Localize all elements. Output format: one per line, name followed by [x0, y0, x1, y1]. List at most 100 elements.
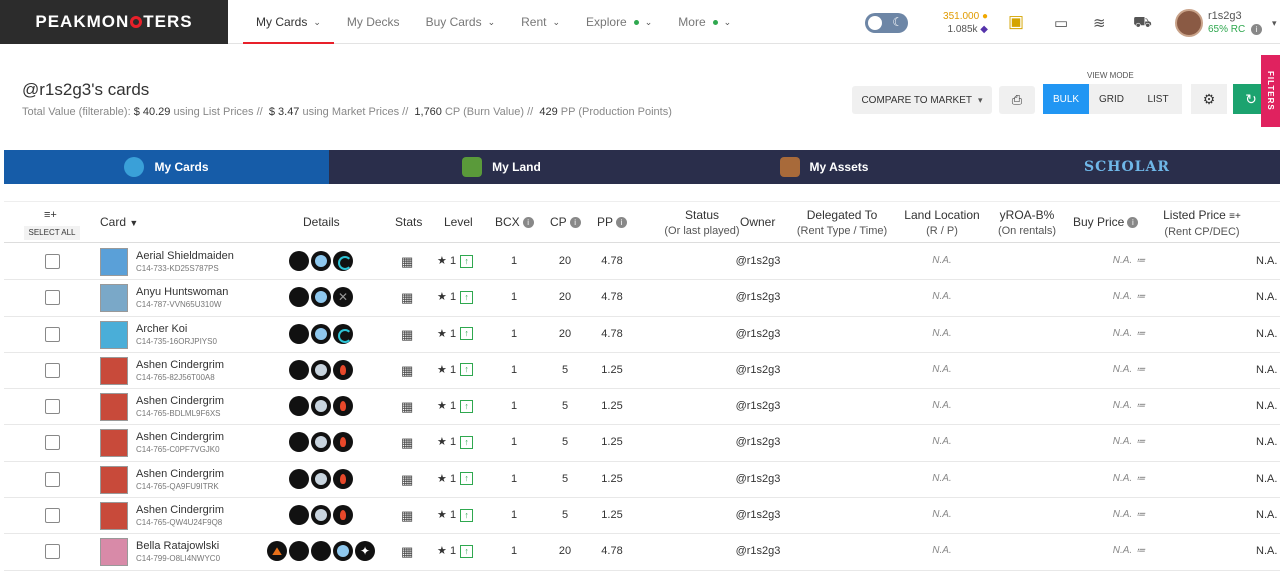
user-menu[interactable]: r1s2g3 65% RC i ▾ — [1175, 9, 1277, 37]
card-thumbnail[interactable] — [100, 248, 128, 276]
owner-value[interactable]: @r1s2g3 — [730, 291, 786, 303]
card-name[interactable]: Archer Koi — [136, 323, 187, 335]
balances[interactable]: 351.000 ● 1.085k ◆ — [918, 10, 988, 36]
card-name[interactable]: Ashen Cindergrim — [136, 395, 224, 407]
upgrade-icon[interactable]: ↑ — [460, 363, 474, 377]
col-land[interactable]: Land Location (R / P) — [900, 208, 984, 239]
upgrade-icon[interactable]: ↑ — [460, 290, 474, 304]
list-icon[interactable]: ≔ — [1136, 364, 1145, 374]
stats-icon[interactable]: ▦ — [401, 254, 413, 270]
upgrade-icon[interactable]: ↑ — [460, 327, 474, 341]
settings-button[interactable]: ⚙ — [1191, 84, 1227, 114]
col-delegated[interactable]: Delegated To (Rent Type / Time) — [790, 208, 894, 239]
card-name[interactable]: Anyu Huntswoman — [136, 286, 228, 298]
menu-item-buy-cards[interactable]: Buy Cards ⌄ — [413, 0, 509, 44]
tab-scholar[interactable]: SCHOLAR — [974, 150, 1280, 184]
tab-my-assets[interactable]: My Assets — [674, 150, 974, 184]
stats-icon[interactable]: ▦ — [401, 544, 413, 560]
layers-icon[interactable]: ≋ — [1093, 14, 1106, 32]
owner-value[interactable]: @r1s2g3 — [730, 473, 786, 485]
row-checkbox[interactable] — [45, 362, 60, 378]
list-icon[interactable]: ≔ — [1136, 400, 1145, 410]
owner-value[interactable]: @r1s2g3 — [730, 436, 786, 448]
table-row[interactable]: Anyu HuntswomanC14-787-VVN65U310W▦★ 1↑12… — [4, 280, 1280, 317]
col-cp[interactable]: CP i — [550, 215, 581, 230]
card-thumbnail[interactable] — [100, 429, 128, 458]
col-buy-price[interactable]: Buy Price i — [1073, 215, 1139, 230]
table-row[interactable]: Ashen Cindergrim C14-765-C0PF7VGJK0 ▦ ★ 1 ↑ 1… — [4, 425, 1280, 462]
stats-icon[interactable]: ▦ — [401, 327, 413, 343]
table-row[interactable]: Ashen Cindergrim C14-765-QA9FU9ITRK ▦ ★ 1 ↑ 1… — [4, 462, 1280, 499]
list-icon[interactable]: ≔ — [1136, 291, 1145, 301]
table-row[interactable]: Bella RatajowlskiC14-799-O8LI4NWYC0▦★ 1↑… — [4, 534, 1280, 571]
cart-icon[interactable]: ⛟ — [1133, 14, 1152, 33]
menu-item-my-decks[interactable]: My Decks — [334, 0, 413, 44]
col-bcx[interactable]: BCX i — [495, 215, 534, 230]
col-yroa[interactable]: yROA-B% (On rentals) — [994, 208, 1060, 239]
tab-my-land[interactable]: My Land — [329, 150, 674, 184]
row-checkbox[interactable] — [45, 254, 60, 269]
owner-value[interactable]: @r1s2g3 — [730, 328, 786, 340]
card-name[interactable]: Ashen Cindergrim — [136, 468, 224, 480]
row-checkbox[interactable] — [45, 399, 60, 415]
view-mode-list[interactable]: LIST — [1134, 84, 1182, 114]
bulk-list-icon[interactable]: ≡+ — [1229, 211, 1241, 222]
card-thumbnail[interactable] — [100, 393, 128, 422]
table-row[interactable]: Ashen Cindergrim C14-765-82J56T00A8 ▦ ★ 1 ↑ 1… — [4, 353, 1280, 390]
list-icon[interactable]: ≔ — [1136, 328, 1145, 338]
stats-icon[interactable]: ▦ — [401, 472, 413, 488]
compare-to-market-button[interactable]: COMPARE TO MARKET ▾ — [852, 86, 992, 114]
card-thumbnail[interactable] — [100, 284, 128, 313]
owner-value[interactable]: @r1s2g3 — [730, 545, 786, 557]
list-icon[interactable]: ≔ — [1136, 255, 1145, 265]
table-row[interactable]: Archer Koi C14-735-16ORJPIYS0 ▦ ★ 1 ↑ 1 20 4.78… — [4, 317, 1280, 353]
card-name[interactable]: Bella Ratajowlski — [136, 540, 219, 552]
owner-value[interactable]: @r1s2g3 — [730, 400, 786, 412]
owner-value[interactable]: @r1s2g3 — [730, 255, 786, 267]
theme-toggle[interactable]: ☾ — [865, 13, 908, 33]
upgrade-icon[interactable]: ↑ — [460, 544, 474, 558]
owner-value[interactable]: @r1s2g3 — [730, 364, 786, 376]
row-checkbox[interactable] — [45, 544, 60, 560]
row-checkbox[interactable] — [45, 471, 60, 487]
card-thumbnail[interactable] — [100, 320, 128, 349]
row-checkbox[interactable] — [45, 326, 60, 342]
chat-icon[interactable]: ▣ — [1008, 12, 1024, 32]
view-mode-bulk[interactable]: BULK — [1043, 84, 1089, 114]
col-level[interactable]: Level — [444, 215, 473, 230]
col-listed-price[interactable]: Listed Price ≡+ (Rent CP/DEC) — [1156, 208, 1248, 240]
list-icon[interactable]: ≔ — [1136, 509, 1145, 519]
table-row[interactable]: Ashen Cindergrim C14-765-QW4U24F9Q8 ▦ ★ 1 ↑ 1… — [4, 498, 1280, 535]
upgrade-icon[interactable]: ↑ — [460, 254, 474, 268]
menu-item-rent[interactable]: Rent ⌄ — [508, 0, 573, 44]
owner-value[interactable]: @r1s2g3 — [730, 509, 786, 521]
export-button[interactable]: ⎙ — [999, 86, 1035, 114]
bulk-select-icon[interactable]: ≡+ — [44, 208, 57, 223]
stats-icon[interactable]: ▦ — [401, 363, 413, 379]
stats-icon[interactable]: ▦ — [401, 435, 413, 451]
menu-item-my-cards[interactable]: My Cards ⌄ — [243, 0, 334, 44]
stats-icon[interactable]: ▦ — [401, 399, 413, 415]
card-name[interactable]: Aerial Shieldmaiden — [136, 250, 234, 262]
stats-icon[interactable]: ▦ — [401, 290, 413, 306]
card-thumbnail[interactable] — [100, 356, 128, 385]
table-row[interactable]: Aerial Shieldmaiden C14-733-KD25S787PS ▦ ★ … — [4, 244, 1280, 281]
upgrade-icon[interactable]: ↑ — [460, 399, 474, 413]
upgrade-icon[interactable]: ↑ — [460, 472, 474, 486]
row-checkbox[interactable] — [45, 290, 60, 306]
menu-item-more[interactable]: More ⌄ — [665, 0, 744, 44]
card-thumbnail[interactable] — [100, 465, 128, 494]
card-thumbnail[interactable] — [100, 538, 128, 567]
card-thumbnail[interactable] — [100, 502, 128, 531]
filters-tab[interactable]: FILTERS — [1261, 55, 1280, 127]
table-row[interactable]: Ashen Cindergrim C14-765-BDLML9F6XS ▦ ★ 1 ↑ 1… — [4, 389, 1280, 426]
select-all-button[interactable]: SELECT ALL — [24, 226, 80, 240]
peakmonsters-logo[interactable]: PEAKMON TERS — [0, 0, 228, 44]
tab-my-cards[interactable]: My Cards — [4, 150, 329, 184]
card-name[interactable]: Ashen Cindergrim — [136, 504, 224, 516]
list-icon[interactable]: ≔ — [1136, 473, 1145, 483]
view-mode-grid[interactable]: GRID — [1089, 84, 1134, 114]
upgrade-icon[interactable]: ↑ — [460, 508, 474, 522]
col-card[interactable]: Card ▼ — [100, 215, 138, 231]
row-checkbox[interactable] — [45, 435, 60, 451]
